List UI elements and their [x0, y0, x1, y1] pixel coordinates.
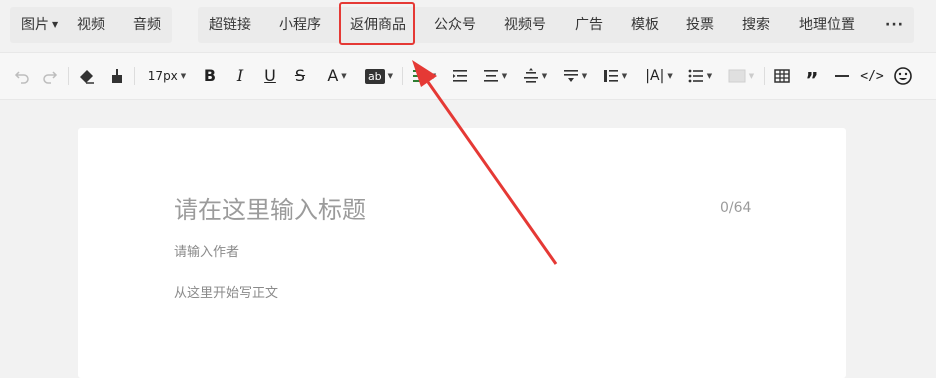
- insert-vote-button[interactable]: 投票: [686, 7, 714, 43]
- line-spacing-icon: [523, 68, 539, 84]
- font-color-button[interactable]: A ▼: [322, 53, 352, 99]
- insert-official-account-button[interactable]: 公众号: [434, 7, 476, 43]
- underline-button[interactable]: U: [260, 53, 280, 99]
- image-layout-button[interactable]: ▼: [724, 53, 758, 99]
- background-color-button[interactable]: ab ▼: [362, 53, 396, 99]
- eraser-icon: [78, 68, 96, 84]
- author-input[interactable]: 请输入作者: [174, 241, 239, 260]
- media-insert-group: 图片 ▼ 视频 音频: [10, 7, 172, 43]
- list-indent-button[interactable]: ▼: [600, 53, 630, 99]
- body-editor[interactable]: 从这里开始写正文: [174, 282, 278, 301]
- letter-spacing-icon: |A|: [645, 68, 665, 84]
- insert-table-button[interactable]: [772, 53, 792, 99]
- horizontal-line-icon: [834, 74, 850, 78]
- toolbar-divider: [134, 67, 135, 85]
- insert-audio-button[interactable]: 音频: [133, 7, 161, 43]
- caret-down-icon: ▼: [180, 72, 187, 80]
- strikethrough-button[interactable]: S: [290, 53, 310, 99]
- background-color-icon: ab: [364, 68, 385, 84]
- italic-button[interactable]: I: [230, 53, 250, 99]
- title-character-counter: 0/64: [720, 200, 752, 216]
- redo-icon: [42, 68, 58, 84]
- indent-button[interactable]: [450, 53, 470, 99]
- paragraph-spacing-button[interactable]: ▼: [560, 53, 590, 99]
- font-size-value: 17px: [147, 69, 178, 83]
- caret-down-icon: ▼: [541, 72, 548, 80]
- insert-channels-button[interactable]: 视频号: [504, 7, 546, 43]
- caret-down-icon: ▼: [501, 72, 508, 80]
- insert-toolbar: 图片 ▼ 视频 音频 超链接 小程序 返佣商品 公众号 视频号 广告 模板 投票 …: [0, 0, 936, 50]
- align-icon: [483, 68, 499, 84]
- toolbar-divider: [764, 67, 765, 85]
- caret-down-icon: ▼: [667, 72, 673, 80]
- paragraph-style-button[interactable]: ▼: [410, 53, 438, 99]
- caret-down-icon: ▼: [430, 72, 437, 80]
- insert-video-button[interactable]: 视频: [77, 7, 105, 43]
- clear-format-button[interactable]: [76, 53, 98, 99]
- caret-down-icon: ▼: [706, 72, 713, 80]
- toolbar-divider: [402, 67, 403, 85]
- content-insert-group: 超链接 小程序 返佣商品 公众号 视频号 广告 模板 投票 搜索 地理位置 ··…: [198, 7, 914, 43]
- table-icon: [774, 68, 790, 84]
- font-size-select[interactable]: 17px ▼: [144, 53, 190, 99]
- brush-icon: [109, 68, 125, 84]
- insert-commission-product-button[interactable]: 返佣商品: [350, 7, 406, 43]
- emoji-icon: [893, 66, 913, 86]
- emoji-button[interactable]: [892, 53, 914, 99]
- divider-line-button[interactable]: [832, 53, 852, 99]
- insert-miniprogram-button[interactable]: 小程序: [279, 7, 321, 43]
- insert-hyperlink-button[interactable]: 超链接: [209, 7, 251, 43]
- format-painter-button[interactable]: [106, 53, 128, 99]
- insert-ad-button[interactable]: 广告: [575, 7, 603, 43]
- bullet-list-icon: [688, 68, 704, 84]
- insert-search-button[interactable]: 搜索: [742, 7, 770, 43]
- caret-down-icon: ▼: [581, 72, 588, 80]
- list-indent-icon: [603, 68, 619, 84]
- caret-down-icon: ▼: [748, 72, 755, 80]
- undo-button[interactable]: [12, 53, 32, 99]
- bold-icon: B: [203, 66, 217, 85]
- format-toolbar: 17px ▼ B I U S A ▼ ab ▼ ▼ ▼ ▼ ▼ ▼ |A| ▼ ▼ ▼: [0, 52, 936, 100]
- indent-icon: [452, 68, 468, 84]
- paragraph-spacing-icon: [563, 68, 579, 84]
- caret-down-icon: ▼: [387, 72, 394, 80]
- insert-image-label: 图片: [21, 17, 49, 33]
- redo-button[interactable]: [40, 53, 60, 99]
- insert-image-button[interactable]: 图片 ▼: [21, 7, 58, 43]
- toolbar-divider: [68, 67, 69, 85]
- caret-down-icon: ▼: [341, 72, 347, 80]
- insert-location-button[interactable]: 地理位置: [799, 7, 855, 43]
- more-options-button[interactable]: ···: [885, 7, 904, 43]
- quote-button[interactable]: ”: [802, 53, 822, 99]
- quote-icon: ”: [805, 68, 819, 92]
- underline-icon: U: [264, 66, 276, 85]
- align-button[interactable]: ▼: [480, 53, 510, 99]
- caret-down-icon: ▼: [52, 20, 59, 29]
- bullet-list-button[interactable]: ▼: [684, 53, 716, 99]
- title-input[interactable]: 请在这里输入标题: [174, 190, 366, 225]
- font-color-icon: A: [327, 66, 339, 85]
- bold-button[interactable]: B: [200, 53, 220, 99]
- undo-icon: [14, 68, 30, 84]
- strikethrough-icon: S: [294, 66, 306, 85]
- italic-icon: I: [236, 66, 244, 85]
- line-spacing-button[interactable]: ▼: [520, 53, 550, 99]
- insert-template-button[interactable]: 模板: [631, 7, 659, 43]
- letter-spacing-button[interactable]: |A| ▼: [642, 53, 676, 99]
- code-icon: </>: [860, 68, 884, 84]
- paragraph-icon: [412, 68, 428, 84]
- editor-canvas: 请在这里输入标题 0/64 请输入作者 从这里开始写正文: [78, 128, 846, 378]
- caret-down-icon: ▼: [621, 72, 628, 80]
- image-layout-icon: [728, 69, 746, 83]
- code-button[interactable]: </>: [860, 53, 884, 99]
